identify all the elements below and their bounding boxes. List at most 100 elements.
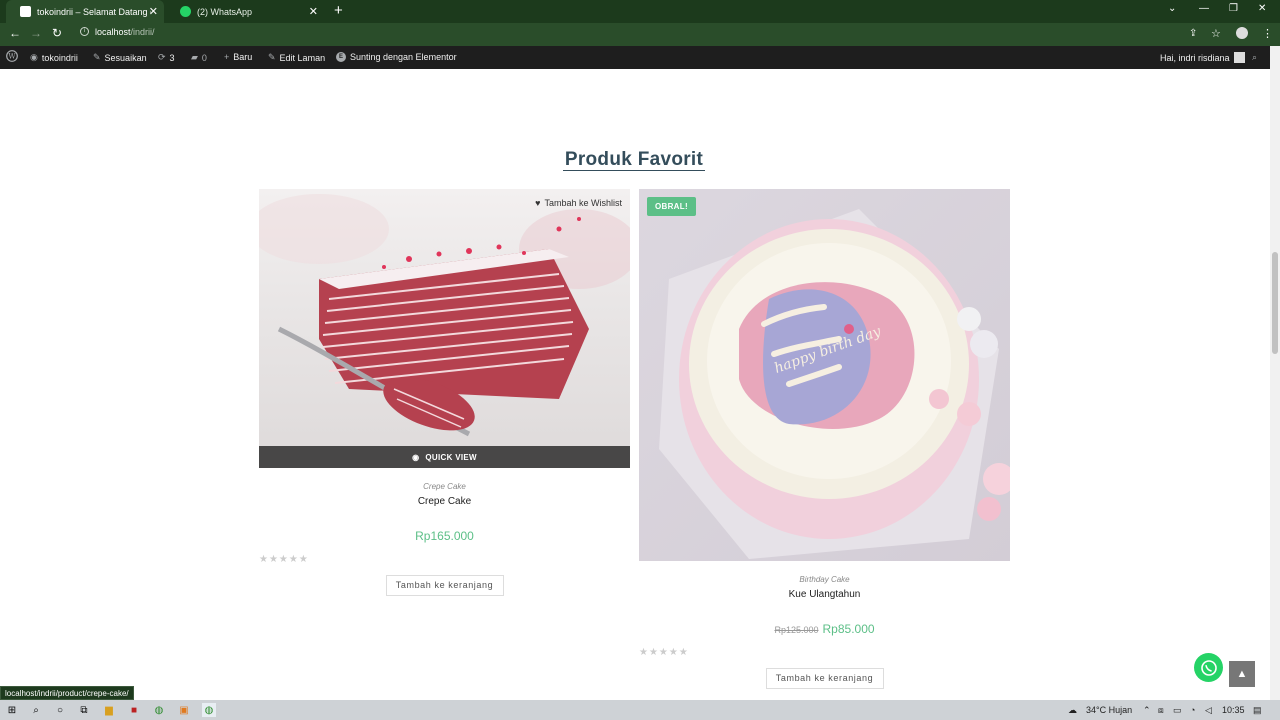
product-category[interactable]: Crepe Cake <box>259 482 630 491</box>
brush-icon: ✎ <box>93 52 101 62</box>
admin-search-icon[interactable]: ⌕ <box>1252 52 1257 63</box>
bookmark-star-icon[interactable]: ☆ <box>1211 27 1221 40</box>
comments-count: 0 <box>201 52 207 63</box>
whatsapp-icon <box>1200 659 1217 676</box>
wifi-icon[interactable]: ◔ <box>1190 705 1195 715</box>
product-price: Rp125.000 Rp85.000 <box>639 622 1010 636</box>
windows-start-icon[interactable]: ⊞ <box>5 703 19 717</box>
wp-admin-bar: W ◉ tokoindrii ✎ Sesuaikan ⟳ 3 ▰ 0 + Bar… <box>0 46 1270 69</box>
product-price: Rp165.000 <box>259 529 630 543</box>
new-tab-icon[interactable]: + <box>334 2 343 19</box>
admin-edit-page[interactable]: ✎ Edit Laman <box>268 52 325 63</box>
product-image-kue-ulangtahun[interactable]: happy birth day OBRAL! <box>639 189 1010 561</box>
whatsapp-favicon-icon <box>180 6 191 17</box>
tab-title: tokoindrii – Selamat Datang di to <box>37 6 151 17</box>
tab-whatsapp[interactable]: (2) WhatsApp ✕ <box>166 0 324 23</box>
admin-new[interactable]: + Baru <box>224 52 252 62</box>
heart-icon: ♥ <box>535 198 541 208</box>
windows-taskbar: ⊞ ⌕ ○ ⧉ ▆ ■ ◍ ▣ ◍ ☁ 34°C Hujan ⌃ ⧈ ▭ ◔ ◁… <box>0 700 1280 720</box>
page-scrollbar[interactable] <box>1270 46 1280 700</box>
app-icon[interactable]: ■ <box>127 703 141 717</box>
cortana-icon[interactable]: ○ <box>53 703 67 717</box>
updates-icon: ⟳ <box>158 52 166 62</box>
user-avatar <box>1233 52 1245 63</box>
restore-icon[interactable]: ❐ <box>1229 3 1238 14</box>
tray-display-icon[interactable]: ▭ <box>1173 705 1182 716</box>
forward-icon[interactable]: → <box>30 26 42 40</box>
page-content: Produk Favorit ♥ Tambah ke Wishlist ◉ QU… <box>0 69 1270 700</box>
star-rating: ★★★★★ <box>639 647 689 658</box>
product-name[interactable]: Kue Ulangtahun <box>639 589 1010 600</box>
scrollbar-thumb[interactable] <box>1272 252 1278 354</box>
chrome-active-icon[interactable]: ◍ <box>202 703 216 717</box>
pencil-icon: ✎ <box>268 52 276 62</box>
add-to-wishlist[interactable]: ♥ Tambah ke Wishlist <box>535 198 622 208</box>
address-bar[interactable]: i localhost/indrii/ <box>80 27 155 37</box>
add-to-cart-button[interactable]: Tambah ke keranjang <box>385 575 504 596</box>
browser-toolbar: ← → ↻ i localhost/indrii/ ⇪ ☆ ⋮ <box>0 23 1280 46</box>
minimize-icon[interactable]: — <box>1199 3 1209 14</box>
eye-icon: ◉ <box>412 452 420 462</box>
product-name[interactable]: Crepe Cake <box>259 496 630 507</box>
search-icon: ⌕ <box>1252 52 1258 62</box>
notification-icon[interactable]: ▤ <box>1253 705 1262 716</box>
chevron-up-icon: ▲ <box>1236 668 1248 680</box>
clock-time[interactable]: 10:35 <box>1222 705 1245 715</box>
url-path: /indrii/ <box>130 27 155 37</box>
admin-site-name[interactable]: ◉ tokoindrii <box>30 52 78 63</box>
tab-search-chevron-icon[interactable]: ⌄ <box>1168 3 1176 14</box>
site-info-icon[interactable]: i <box>80 27 89 36</box>
dashboard-icon: ◉ <box>30 52 38 62</box>
edit-page-label: Edit Laman <box>279 52 326 63</box>
back-icon[interactable]: ← <box>9 26 21 40</box>
updates-count: 3 <box>169 52 175 63</box>
file-explorer-icon[interactable]: ▆ <box>102 703 116 717</box>
chrome-icon[interactable]: ◍ <box>152 703 166 717</box>
weather-label[interactable]: 34°C Hujan <box>1086 705 1132 715</box>
close-tab-icon[interactable]: ✕ <box>309 5 318 18</box>
share-icon[interactable]: ⇪ <box>1189 28 1197 39</box>
wordpress-logo-icon[interactable]: W <box>6 50 18 62</box>
url-host: localhost <box>95 27 131 37</box>
customize-label: Sesuaikan <box>104 52 147 63</box>
menu-dots-icon[interactable]: ⋮ <box>1262 27 1273 40</box>
close-tab-icon[interactable]: ✕ <box>149 5 158 18</box>
sale-badge: OBRAL! <box>647 197 696 216</box>
product-card-kue-ulangtahun: happy birth day OBRAL! Birthday Cake Kue… <box>639 189 1010 689</box>
weather-icon[interactable]: ☁ <box>1068 705 1077 716</box>
status-url-bar: localhost/indrii/product/crepe-cake/ <box>0 686 134 700</box>
plus-icon: + <box>224 52 230 62</box>
browser-tab-strip: tokoindrii – Selamat Datang di to ✕ (2) … <box>0 0 1280 23</box>
title-underline <box>563 170 705 171</box>
current-price: Rp165.000 <box>415 529 474 543</box>
admin-account[interactable]: Hai, indri risdiana <box>1160 52 1245 63</box>
product-category[interactable]: Birthday Cake <box>639 575 1010 584</box>
site-name-label: tokoindrii <box>41 52 78 63</box>
close-window-icon[interactable]: ✕ <box>1258 3 1266 14</box>
profile-avatar-icon[interactable] <box>1236 27 1248 39</box>
product-image-crepe-cake[interactable]: ♥ Tambah ke Wishlist ◉ QUICK VIEW <box>259 189 630 468</box>
tab-title: (2) WhatsApp <box>197 6 253 17</box>
quick-view-button[interactable]: ◉ QUICK VIEW <box>259 446 630 468</box>
admin-updates[interactable]: ⟳ 3 <box>158 52 175 63</box>
tab-tokoindrii[interactable]: tokoindrii – Selamat Datang di to ✕ <box>6 0 164 23</box>
svg-text:W: W <box>8 53 16 61</box>
star-rating: ★★★★★ <box>259 554 309 565</box>
product-card-crepe-cake: ♥ Tambah ke Wishlist ◉ QUICK VIEW Crepe … <box>259 189 630 596</box>
comment-icon: ▰ <box>191 52 198 62</box>
admin-elementor[interactable]: E Sunting dengan Elementor <box>336 52 457 62</box>
reload-icon[interactable]: ↻ <box>52 26 62 40</box>
tray-app-icon[interactable]: ⧈ <box>1158 705 1164 716</box>
greeting-label: Hai, indri risdiana <box>1160 52 1230 63</box>
whatsapp-chat-button[interactable] <box>1194 653 1223 682</box>
volume-icon[interactable]: ◁ <box>1205 705 1212 716</box>
add-to-cart-button[interactable]: Tambah ke keranjang <box>765 668 884 689</box>
search-icon[interactable]: ⌕ <box>29 703 43 717</box>
admin-customize[interactable]: ✎ Sesuaikan <box>93 52 147 63</box>
xampp-icon[interactable]: ▣ <box>177 703 191 717</box>
admin-comments[interactable]: ▰ 0 <box>191 52 207 63</box>
scroll-to-top-button[interactable]: ▲ <box>1229 661 1255 687</box>
tray-chevron-icon[interactable]: ⌃ <box>1143 705 1151 716</box>
elementor-icon: E <box>336 52 346 62</box>
task-view-icon[interactable]: ⧉ <box>77 703 91 717</box>
